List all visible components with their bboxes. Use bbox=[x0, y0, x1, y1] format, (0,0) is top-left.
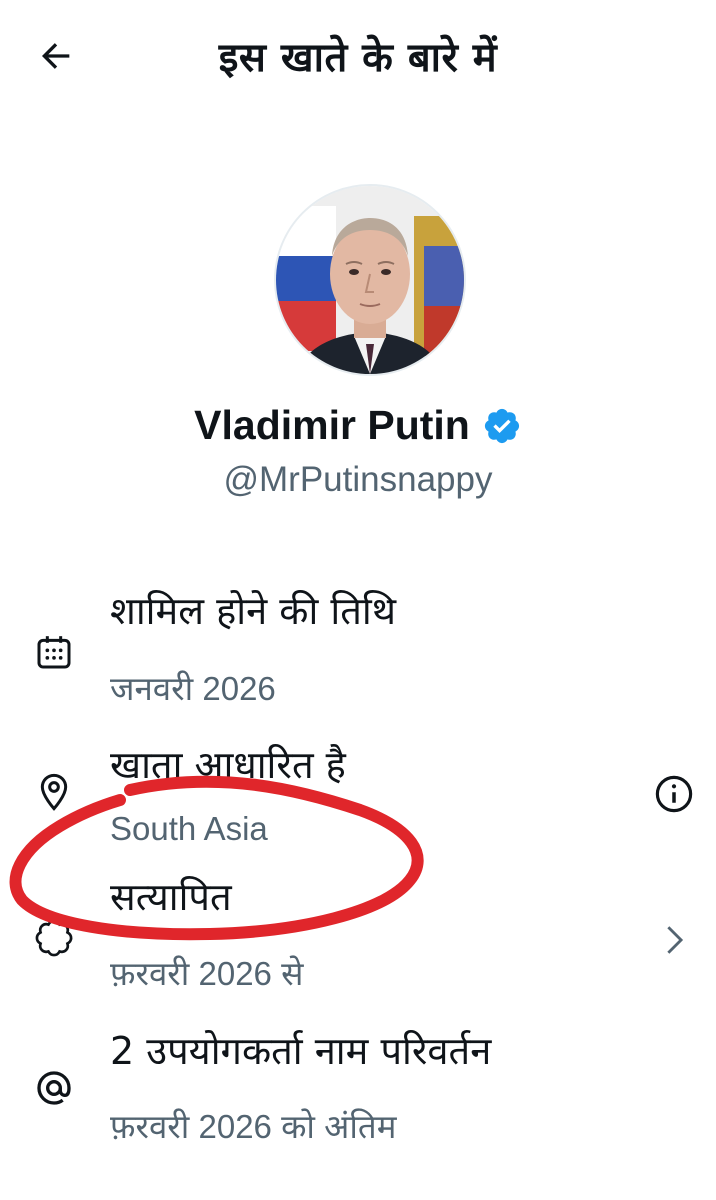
profile-photo bbox=[276, 186, 464, 374]
chevron-right-icon[interactable] bbox=[652, 918, 696, 962]
calendar-icon bbox=[34, 632, 74, 672]
joined-date-title: शामिल होने की तिथि bbox=[110, 589, 397, 633]
top-bar: इस खाते के बारे में bbox=[0, 0, 716, 110]
verified-badge-icon bbox=[484, 408, 519, 443]
account-based-title: खाता आधारित है bbox=[110, 743, 346, 787]
profile-name: Vladimir Putin bbox=[194, 402, 470, 448]
joined-date-value: जनवरी 2026 bbox=[110, 670, 276, 707]
page-title: इस खाते के बारे में bbox=[218, 35, 498, 81]
verified-outline-icon bbox=[34, 918, 74, 958]
at-sign-icon bbox=[34, 1068, 74, 1108]
verified-since-value: फ़रवरी 2026 से bbox=[110, 955, 304, 992]
profile-name-row: Vladimir Putin bbox=[0, 402, 716, 449]
username-changes-title: 2 उपयोगकर्ता नाम परिवर्तन bbox=[110, 1029, 492, 1073]
location-pin-icon bbox=[34, 772, 74, 812]
avatar[interactable] bbox=[274, 184, 466, 376]
info-icon[interactable] bbox=[652, 772, 696, 816]
profile-handle: @MrPutinsnappy bbox=[223, 460, 493, 499]
verified-title: सत्यापित bbox=[110, 875, 232, 919]
account-based-value: South Asia bbox=[110, 810, 268, 847]
username-changes-value: फ़रवरी 2026 को अंतिम bbox=[110, 1108, 397, 1145]
